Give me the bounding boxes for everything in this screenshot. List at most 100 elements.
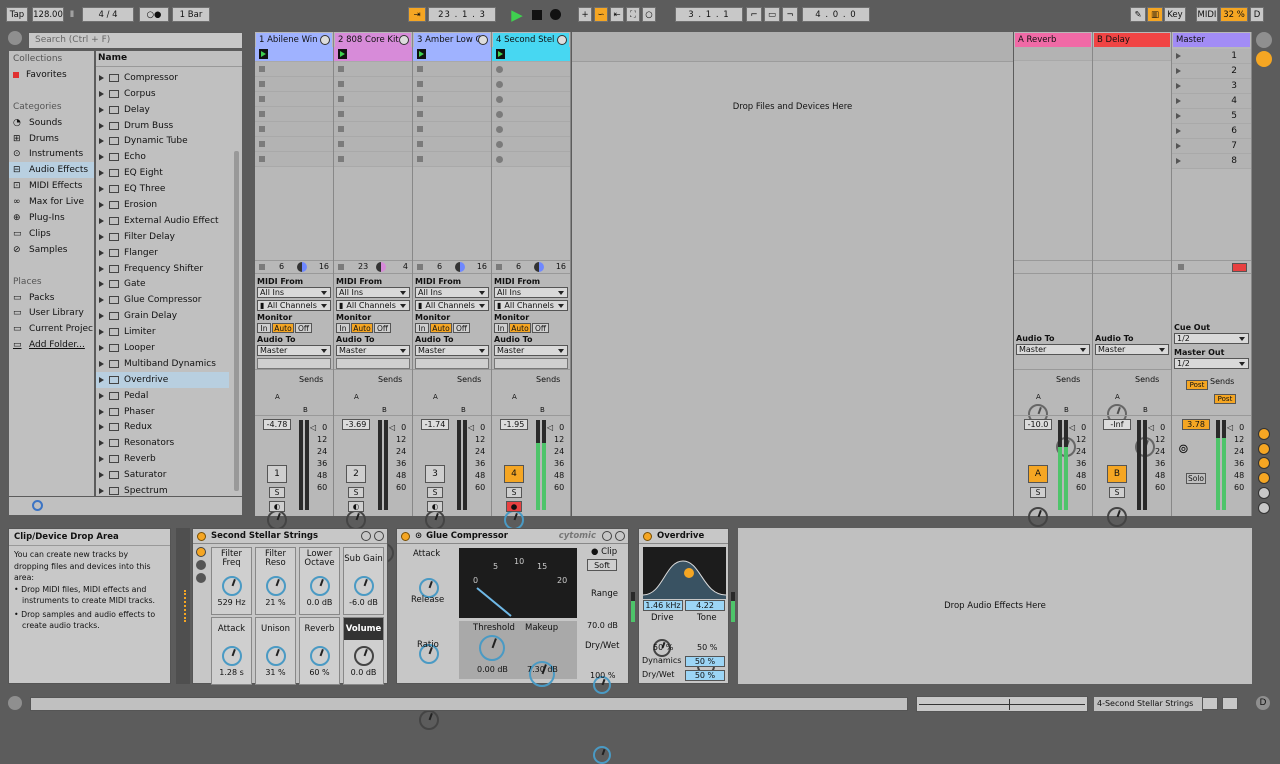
monitor-off-button[interactable]: Off [453, 323, 470, 333]
midi-from-select[interactable]: All Ins [336, 287, 410, 298]
audio-to-channel-select[interactable] [494, 358, 568, 369]
overdrive-width-field[interactable]: 4.22 [685, 600, 725, 611]
macro-value[interactable]: 529 Hz [212, 598, 251, 607]
expand-icon[interactable] [99, 392, 104, 399]
return-activator-button[interactable]: B [1107, 465, 1127, 483]
post-button-a[interactable]: Post [1186, 380, 1208, 390]
arm-button[interactable]: ◐ [348, 501, 364, 512]
track-activator-button[interactable]: 3 [425, 465, 445, 483]
tempo-field[interactable]: 128.00 [32, 7, 64, 22]
glue-drywet-value[interactable]: 100 % [590, 671, 615, 680]
scene-play-icon[interactable] [1176, 53, 1181, 59]
return-title[interactable]: B Delay [1094, 33, 1170, 47]
expand-icon[interactable] [99, 376, 104, 383]
clip-slot[interactable] [413, 122, 491, 137]
solo-button[interactable]: S [348, 487, 364, 498]
expand-icon[interactable] [99, 313, 104, 320]
expand-icon[interactable] [99, 408, 104, 415]
clip-slot-playing[interactable] [413, 47, 491, 62]
clip-view-icon[interactable] [1202, 697, 1218, 710]
clip-slot[interactable] [413, 62, 491, 77]
clip-slot[interactable] [334, 152, 412, 167]
expand-icon[interactable] [99, 186, 104, 193]
scene-launch[interactable]: 7 [1172, 139, 1251, 154]
clip-slot[interactable] [492, 92, 570, 107]
macro-label[interactable]: Lower Octave [300, 548, 339, 570]
master-volume-value[interactable]: 3.78 [1182, 419, 1210, 430]
browser-item[interactable]: Drum Buss [96, 118, 229, 134]
sidebar-item-instruments[interactable]: ⊙ Instruments [9, 146, 94, 162]
clip-slot-playing[interactable] [255, 47, 333, 62]
track-activator-button[interactable]: 4 [504, 465, 524, 483]
macro-label[interactable]: Unison [256, 618, 295, 640]
clip-play-icon[interactable] [417, 49, 426, 59]
sidebar-item-plug-ins[interactable]: ⊕ Plug-Ins [9, 210, 94, 226]
record-icon[interactable] [548, 7, 562, 22]
glue-header[interactable]: ⊙ Glue Compressor cytomic [397, 529, 628, 544]
place-item[interactable]: ▭ Current Projec [9, 321, 94, 337]
clip-slot[interactable] [255, 77, 333, 92]
track-title[interactable]: 3 Amber Low Gl [414, 33, 490, 47]
browser-item[interactable]: Flanger [96, 245, 229, 261]
track-title[interactable]: 1 Abilene Win [256, 33, 332, 47]
sidebar-item-favorites[interactable]: Favorites [9, 67, 94, 83]
key-map-button[interactable]: Key [1164, 7, 1186, 22]
expand-icon[interactable] [99, 106, 104, 113]
scene-play-icon[interactable] [1176, 83, 1181, 89]
audio-to-select[interactable]: Master [336, 345, 410, 356]
track-fold-icon[interactable] [478, 35, 488, 45]
macro-knob[interactable] [221, 646, 242, 666]
audio-to-channel-select[interactable] [336, 358, 410, 369]
clip-slot[interactable] [492, 107, 570, 122]
expand-icon[interactable] [99, 249, 104, 256]
rack-power-icon[interactable] [197, 531, 206, 541]
browser-item[interactable]: Grain Delay [96, 308, 229, 324]
browser-item[interactable]: Echo [96, 149, 229, 165]
stop-slot-icon[interactable] [338, 141, 344, 147]
stop-slot-icon[interactable] [417, 96, 423, 102]
place-item[interactable]: ▭ Packs [9, 290, 94, 306]
monitor-auto-button[interactable]: Auto [351, 323, 373, 333]
solo-button[interactable]: S [269, 487, 285, 498]
macro-knob[interactable] [309, 646, 330, 666]
clip-slot-playing[interactable] [334, 47, 412, 62]
quantize-select[interactable]: 1 Bar [172, 7, 210, 22]
browser-item[interactable]: Filter Delay [96, 229, 229, 245]
sidebar-item-sounds[interactable]: ◔ Sounds [9, 115, 94, 131]
midi-from-select[interactable]: All Ins [494, 287, 568, 298]
monitor-auto-button[interactable]: Auto [272, 323, 294, 333]
glue-ratio-knob[interactable] [419, 710, 439, 730]
rack-macro-toggle-icon[interactable] [196, 547, 206, 557]
browser-item[interactable]: Reverb [96, 451, 229, 467]
glue-save-icon[interactable] [615, 531, 625, 541]
stop-slot-icon[interactable] [259, 126, 265, 132]
macro-label[interactable]: Reverb [300, 618, 339, 640]
scene-launch[interactable]: 6 [1172, 124, 1251, 139]
sidebar-item-audio-effects[interactable]: ⊟ Audio Effects [9, 162, 94, 179]
master-fader-handle-icon[interactable]: ◁ [1227, 423, 1233, 432]
track-volume-value[interactable]: -1.74 [421, 419, 449, 430]
clip-slot[interactable] [255, 62, 333, 77]
scene-launch[interactable]: 3 [1172, 79, 1251, 94]
track-fold-icon[interactable] [557, 35, 567, 45]
expand-icon[interactable] [99, 201, 104, 208]
stop-button-icon[interactable] [417, 264, 423, 270]
browser-item[interactable]: Multiband Dynamics [96, 356, 229, 372]
macro-label[interactable]: Volume [344, 618, 383, 640]
audio-to-select[interactable]: Master [415, 345, 489, 356]
midi-channel-select[interactable]: ▮ All Channels [415, 300, 489, 311]
return-volume-value[interactable]: -10.0 [1024, 419, 1052, 430]
audio-to-channel-select[interactable] [415, 358, 489, 369]
audio-to-select[interactable]: Master [494, 345, 568, 356]
time-signature[interactable]: 4 / 4 [82, 7, 134, 22]
macro-value[interactable]: 21 % [256, 598, 295, 607]
clip-slot[interactable] [492, 122, 570, 137]
clip-slot[interactable] [334, 107, 412, 122]
track-fold-icon[interactable] [399, 35, 409, 45]
browser-item[interactable]: Resonators [96, 435, 229, 451]
macro-label[interactable]: Filter Reso [256, 548, 295, 570]
monitor-in-button[interactable]: In [257, 323, 271, 333]
midi-from-select[interactable]: All Ins [257, 287, 331, 298]
preview-icon[interactable] [32, 500, 43, 511]
stop-slot-icon[interactable] [338, 111, 344, 117]
